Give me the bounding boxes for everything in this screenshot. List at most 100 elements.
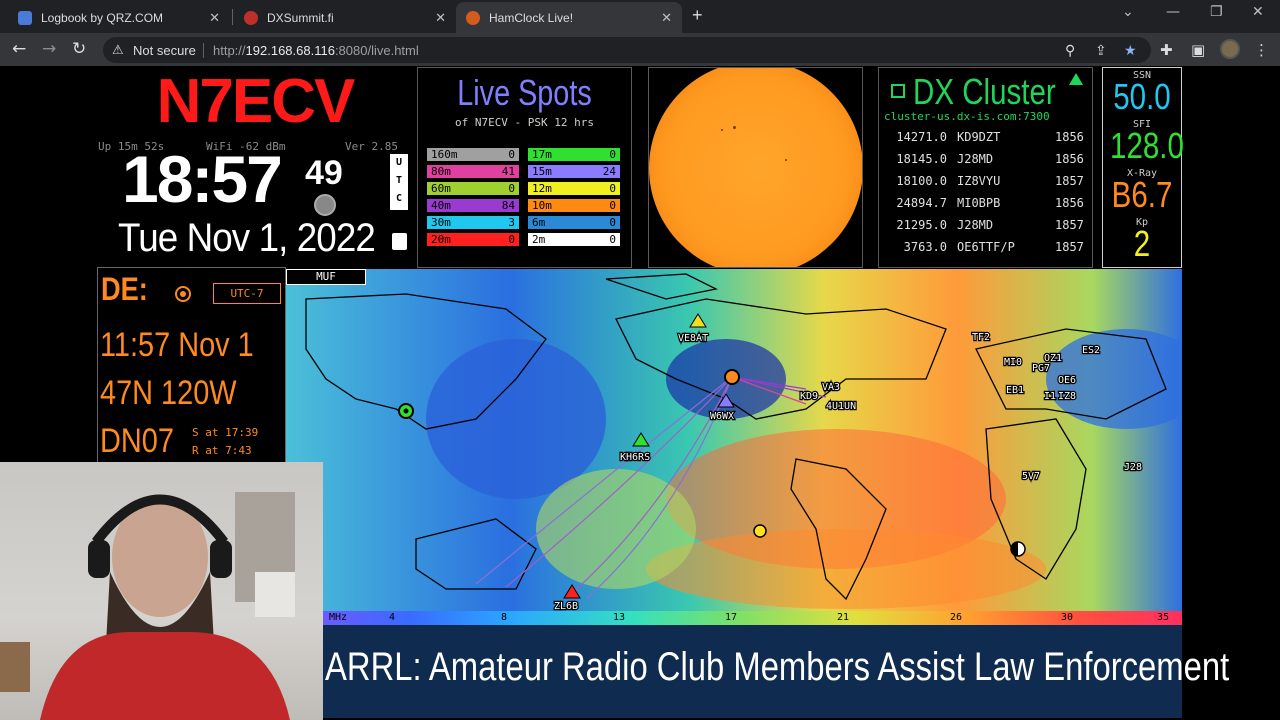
map-label: VE8AT: [678, 333, 708, 344]
tab-qrz-logbook[interactable]: Logbook by QRZ.COM ✕: [8, 2, 230, 33]
hamclock-favicon-icon: [466, 10, 480, 25]
utc-toggle[interactable]: U T C: [390, 154, 408, 210]
new-tab-plus-icon[interactable]: +: [692, 5, 703, 26]
band-cell-160m[interactable]: 160m 0: [427, 148, 519, 161]
de-local-time: 11:57 Nov 1: [100, 326, 254, 364]
band-cell-10m[interactable]: 10m 0: [528, 199, 620, 212]
webcam-overlay: [0, 462, 323, 720]
map-label: KH6RS: [620, 452, 650, 463]
address-bar[interactable]: ⚠ Not secure http://192.168.68.116:8080/…: [103, 37, 1151, 63]
map-label: J28: [1124, 462, 1142, 473]
band-count: 41: [501, 165, 515, 178]
dx-cluster-panel[interactable]: DX Cluster cluster-us.dx-is.com:7300 142…: [878, 67, 1093, 268]
utc-letter: C: [395, 193, 403, 204]
live-spots-panel[interactable]: Live Spots of N7ECV - PSK 12 hrs 160m 0 17…: [417, 67, 632, 268]
band-cell-17m[interactable]: 17m 0: [528, 148, 620, 161]
dx-spot-frequency: 18145.0: [896, 152, 947, 166]
de-home-marker[interactable]: [724, 369, 740, 385]
back-arrow-icon[interactable]: ←: [12, 39, 26, 59]
tab-title: DXSummit.fi: [267, 10, 334, 25]
dx-spot-callsign: J28MD: [957, 218, 994, 232]
dx-spot-time: 1856: [1055, 130, 1084, 144]
utc-letter: T: [395, 175, 403, 186]
minimize-window-icon[interactable]: —: [1166, 4, 1180, 20]
browser-menu-icon[interactable]: ⋮: [1254, 41, 1269, 59]
dx-spot-callsign: KD9DZT: [957, 130, 1001, 144]
tab-divider: [232, 9, 233, 25]
dx-spot-time: 1856: [1055, 196, 1084, 210]
zoom-icon[interactable]: ⚲: [1065, 42, 1075, 59]
band-cell-80m[interactable]: 80m 41: [427, 165, 519, 178]
scale-tick: 8: [501, 612, 508, 623]
band-count: 0: [508, 148, 515, 161]
dx-spot-time: 1857: [1055, 218, 1084, 232]
map-mode-muf-button[interactable]: MUF: [286, 269, 366, 285]
reload-icon[interactable]: ↻: [72, 39, 86, 59]
forward-arrow-icon[interactable]: →: [42, 39, 56, 59]
map-label: ZL6B: [554, 601, 578, 611]
cluster-checkbox-icon[interactable]: [891, 84, 905, 98]
utc-date: Tue Nov 1, 2022: [118, 216, 376, 260]
scale-tick: 35: [1157, 612, 1170, 623]
stopwatch-icon[interactable]: [314, 194, 336, 216]
map-label: 5V7: [1022, 471, 1040, 482]
close-tab-icon[interactable]: ✕: [209, 10, 220, 26]
map-label: TF2: [972, 332, 990, 343]
world-muf-map[interactable]: VE8AT W6WX KH6RS ZL6B KD9 VA3 4U1UN TF2 …: [286, 269, 1182, 611]
extensions-puzzle-icon[interactable]: ✚: [1160, 41, 1173, 59]
map-label: W6WX: [710, 411, 734, 422]
side-panel-icon[interactable]: ▣: [1191, 41, 1205, 59]
callsign-title[interactable]: N7ECV: [150, 66, 360, 136]
sun-position-icon: [753, 524, 767, 538]
webcam-image: [0, 492, 295, 720]
band-name: 15m: [532, 165, 552, 178]
dx-spot-callsign: OE6TTF/P: [957, 240, 1015, 254]
tab-search-chevron-icon[interactable]: ⌄: [1122, 4, 1134, 20]
tab-hamclock[interactable]: HamClock Live! ✕: [456, 2, 682, 33]
utc-clock-hours-minutes[interactable]: 18:57: [122, 144, 283, 214]
space-weather-panel[interactable]: SSN 50.0 SFI 128.0 X-Ray B6.7 Kp 2: [1102, 67, 1184, 268]
tab-title: Logbook by QRZ.COM: [41, 10, 164, 25]
dx-spot-time: 1857: [1055, 240, 1084, 254]
dx-antipode-marker-dot: [403, 408, 409, 414]
map-label: ES2: [1082, 345, 1100, 356]
band-name: 6m: [532, 216, 546, 229]
headphones-right-cup: [210, 540, 232, 578]
bookmark-star-icon[interactable]: ★: [1124, 42, 1137, 59]
map-label: I1: [1044, 391, 1056, 402]
band-name: 20m: [431, 233, 451, 246]
close-window-icon[interactable]: ✕: [1252, 4, 1264, 20]
muf-zone: [646, 529, 1046, 609]
map-label: VA3: [822, 382, 840, 393]
tab-dxsummit[interactable]: DXSummit.fi ✕: [234, 2, 456, 33]
band-cell-2m[interactable]: 2m 0: [528, 233, 620, 246]
sun-image-panel[interactable]: [648, 67, 863, 268]
band-count: 3: [508, 216, 515, 229]
band-cell-60m[interactable]: 60m 0: [427, 182, 519, 195]
band-cell-15m[interactable]: 15m 24: [528, 165, 620, 178]
band-name: 160m: [431, 148, 458, 161]
close-tab-icon[interactable]: ✕: [661, 10, 672, 26]
band-cell-30m[interactable]: 30m 3: [427, 216, 519, 229]
scale-tick: 13: [613, 612, 626, 623]
close-tab-icon[interactable]: ✕: [435, 10, 446, 26]
share-icon[interactable]: ⇪: [1095, 42, 1107, 59]
muf-color-scale: MHz 4 8 13 17 21 26 30 35: [323, 611, 1182, 625]
de-lat-lon: 47N 120W: [100, 374, 237, 412]
band-cell-20m[interactable]: 20m 0: [427, 233, 519, 246]
live-spots-subtitle: of N7ECV - PSK 12 hrs: [454, 116, 595, 129]
news-ticker[interactable]: ARRL: Amateur Radio Club Members Assist …: [323, 625, 1229, 718]
tab-strip: Logbook by QRZ.COM ✕ DXSummit.fi ✕ HamCl…: [0, 0, 1280, 33]
band-cell-40m[interactable]: 40m 84: [427, 199, 519, 212]
band-name: 17m: [532, 148, 552, 161]
profile-avatar[interactable]: [1220, 39, 1240, 59]
restore-window-icon[interactable]: ❐: [1210, 4, 1223, 20]
band-cell-12m[interactable]: 12m 0: [528, 182, 620, 195]
lock-icon[interactable]: [392, 233, 407, 250]
person-shirt: [40, 632, 290, 720]
band-cell-6m[interactable]: 6m 0: [528, 216, 620, 229]
dx-spot-callsign: IZ8VYU: [957, 174, 1001, 188]
de-location-panel[interactable]: DE: UTC-7 11:57 Nov 1 47N 120W DN07 S at…: [97, 267, 286, 467]
sun-disk-image: [649, 68, 862, 267]
de-timezone[interactable]: UTC-7: [213, 283, 281, 304]
